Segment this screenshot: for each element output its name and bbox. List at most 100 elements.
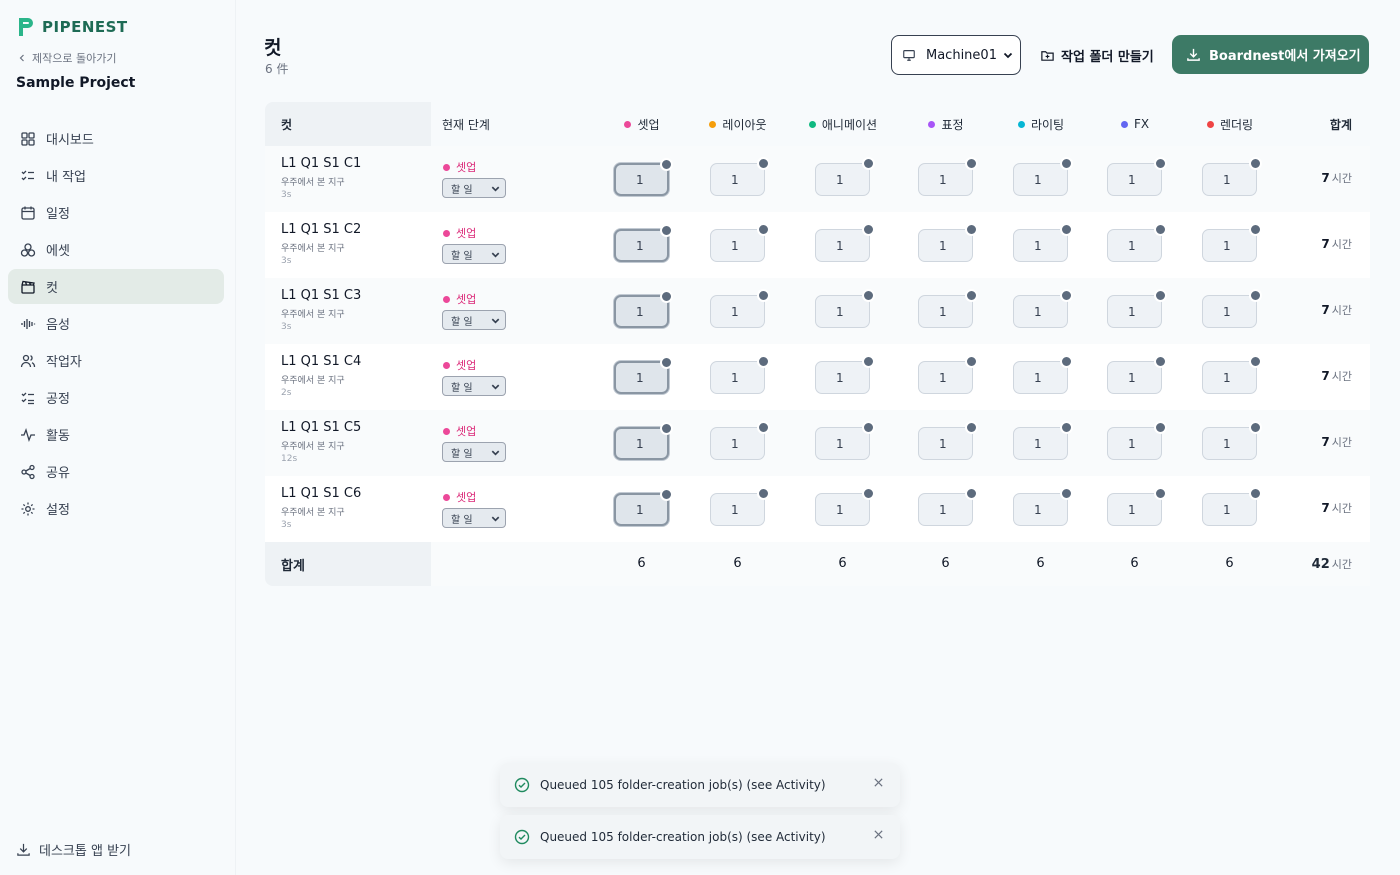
assignee-handle[interactable] bbox=[1154, 157, 1167, 170]
table-row[interactable]: L1 Q1 S1 C3 우주에서 본 지구 3s 셋업 할 일 1 1 1 1 1 1 1 7 시간 bbox=[265, 278, 1370, 344]
column-header-department[interactable]: 렌더링 bbox=[1182, 102, 1278, 146]
assignee-handle[interactable] bbox=[660, 290, 673, 303]
status-select[interactable]: 할 일 bbox=[442, 508, 506, 528]
hours-input[interactable]: 1 bbox=[614, 356, 673, 394]
sidebar-item-schedule[interactable]: 일정 bbox=[8, 195, 224, 230]
column-header-shot[interactable]: 컷 bbox=[265, 102, 431, 146]
hours-input[interactable]: 1 bbox=[1107, 487, 1167, 526]
hours-input[interactable]: 1 bbox=[918, 157, 978, 196]
hours-input[interactable]: 1 bbox=[918, 355, 978, 394]
assignee-handle[interactable] bbox=[660, 224, 673, 237]
import-from-boardnest-button[interactable]: Boardnest에서 가져오기 bbox=[1172, 35, 1369, 74]
assignee-handle[interactable] bbox=[1249, 223, 1262, 236]
assignee-handle[interactable] bbox=[1060, 157, 1073, 170]
assignee-handle[interactable] bbox=[862, 487, 875, 500]
sidebar-item-my-tasks[interactable]: 내 작업 bbox=[8, 158, 224, 193]
hours-input[interactable]: 1 bbox=[614, 158, 673, 196]
status-select[interactable]: 할 일 bbox=[442, 310, 506, 330]
assignee-handle[interactable] bbox=[965, 223, 978, 236]
table-row[interactable]: L1 Q1 S1 C5 우주에서 본 지구 12s 셋업 할 일 1 1 1 1 1 1 1 7 시간 bbox=[265, 410, 1370, 476]
assignee-handle[interactable] bbox=[965, 157, 978, 170]
assignee-handle[interactable] bbox=[862, 421, 875, 434]
status-select[interactable]: 할 일 bbox=[442, 178, 506, 198]
column-header-total[interactable]: 합계 bbox=[1330, 102, 1352, 146]
assignee-handle[interactable] bbox=[757, 157, 770, 170]
create-work-folder-button[interactable]: 작업 폴더 만들기 bbox=[1040, 44, 1154, 66]
assignee-handle[interactable] bbox=[965, 487, 978, 500]
assignee-handle[interactable] bbox=[1154, 487, 1167, 500]
shot-name[interactable]: L1 Q1 S1 C2 bbox=[281, 222, 361, 237]
assignee-handle[interactable] bbox=[1249, 487, 1262, 500]
hours-input[interactable]: 1 bbox=[1202, 487, 1262, 526]
hours-input[interactable]: 1 bbox=[614, 224, 673, 262]
hours-input[interactable]: 1 bbox=[1202, 355, 1262, 394]
assignee-handle[interactable] bbox=[757, 289, 770, 302]
close-icon[interactable] bbox=[873, 777, 884, 788]
shot-name[interactable]: L1 Q1 S1 C1 bbox=[281, 156, 361, 171]
hours-input[interactable]: 1 bbox=[1013, 157, 1073, 196]
hours-input[interactable]: 1 bbox=[1013, 223, 1073, 262]
assignee-handle[interactable] bbox=[1154, 223, 1167, 236]
hours-input[interactable]: 1 bbox=[815, 223, 875, 262]
assignee-handle[interactable] bbox=[660, 488, 673, 501]
assignee-handle[interactable] bbox=[965, 355, 978, 368]
assignee-handle[interactable] bbox=[1249, 421, 1262, 434]
column-header-stage[interactable]: 현재 단계 bbox=[442, 102, 490, 146]
get-desktop-app-link[interactable]: 데스크톱 앱 받기 bbox=[16, 840, 131, 859]
hours-input[interactable]: 1 bbox=[918, 289, 978, 328]
sidebar-item-assets[interactable]: 에셋 bbox=[8, 232, 224, 267]
assignee-handle[interactable] bbox=[862, 157, 875, 170]
assignee-handle[interactable] bbox=[660, 356, 673, 369]
table-row[interactable]: L1 Q1 S1 C6 우주에서 본 지구 3s 셋업 할 일 1 1 1 1 1 1 1 7 시간 bbox=[265, 476, 1370, 542]
assignee-handle[interactable] bbox=[1154, 289, 1167, 302]
table-row[interactable]: L1 Q1 S1 C1 우주에서 본 지구 3s 셋업 할 일 1 1 1 1 1 1 1 7 시간 bbox=[265, 146, 1370, 212]
assignee-handle[interactable] bbox=[1060, 223, 1073, 236]
back-to-production-link[interactable]: 제작으로 돌아가기 bbox=[18, 50, 116, 66]
hours-input[interactable]: 1 bbox=[1107, 421, 1167, 460]
hours-input[interactable]: 1 bbox=[1202, 223, 1262, 262]
hours-input[interactable]: 1 bbox=[1107, 289, 1167, 328]
assignee-handle[interactable] bbox=[1060, 421, 1073, 434]
hours-input[interactable]: 1 bbox=[1202, 157, 1262, 196]
table-row[interactable]: L1 Q1 S1 C4 우주에서 본 지구 2s 셋업 할 일 1 1 1 1 1 1 1 7 시간 bbox=[265, 344, 1370, 410]
hours-input[interactable]: 1 bbox=[815, 355, 875, 394]
shot-name[interactable]: L1 Q1 S1 C6 bbox=[281, 486, 361, 501]
status-select[interactable]: 할 일 bbox=[442, 244, 506, 264]
hours-input[interactable]: 1 bbox=[1013, 487, 1073, 526]
hours-input[interactable]: 1 bbox=[1013, 289, 1073, 328]
assignee-handle[interactable] bbox=[1154, 421, 1167, 434]
column-header-department[interactable]: 애니메이션 bbox=[795, 102, 891, 146]
hours-input[interactable]: 1 bbox=[1013, 355, 1073, 394]
hours-input[interactable]: 1 bbox=[710, 421, 770, 460]
shot-name[interactable]: L1 Q1 S1 C4 bbox=[281, 354, 361, 369]
hours-input[interactable]: 1 bbox=[614, 422, 673, 460]
hours-input[interactable]: 1 bbox=[1107, 355, 1167, 394]
sidebar-item-activity[interactable]: 활동 bbox=[8, 417, 224, 452]
assignee-handle[interactable] bbox=[1060, 487, 1073, 500]
hours-input[interactable]: 1 bbox=[815, 157, 875, 196]
column-header-department[interactable]: FX bbox=[1087, 102, 1183, 146]
assignee-handle[interactable] bbox=[757, 487, 770, 500]
hours-input[interactable]: 1 bbox=[614, 290, 673, 328]
hours-input[interactable]: 1 bbox=[710, 223, 770, 262]
hours-input[interactable]: 1 bbox=[1202, 421, 1262, 460]
assignee-handle[interactable] bbox=[757, 421, 770, 434]
hours-input[interactable]: 1 bbox=[710, 157, 770, 196]
assignee-handle[interactable] bbox=[862, 289, 875, 302]
hours-input[interactable]: 1 bbox=[918, 421, 978, 460]
table-row[interactable]: L1 Q1 S1 C2 우주에서 본 지구 3s 셋업 할 일 1 1 1 1 1 1 1 7 시간 bbox=[265, 212, 1370, 278]
assignee-handle[interactable] bbox=[1154, 355, 1167, 368]
sidebar-item-audio[interactable]: 음성 bbox=[8, 306, 224, 341]
hours-input[interactable]: 1 bbox=[710, 487, 770, 526]
status-select[interactable]: 할 일 bbox=[442, 442, 506, 462]
assignee-handle[interactable] bbox=[1060, 289, 1073, 302]
column-header-department[interactable]: 라이팅 bbox=[993, 102, 1089, 146]
hours-input[interactable]: 1 bbox=[918, 487, 978, 526]
assignee-handle[interactable] bbox=[862, 223, 875, 236]
hours-input[interactable]: 1 bbox=[1202, 289, 1262, 328]
assignee-handle[interactable] bbox=[757, 355, 770, 368]
sidebar-item-settings[interactable]: 설정 bbox=[8, 491, 224, 526]
assignee-handle[interactable] bbox=[965, 421, 978, 434]
hours-input[interactable]: 1 bbox=[1013, 421, 1073, 460]
hours-input[interactable]: 1 bbox=[1107, 157, 1167, 196]
